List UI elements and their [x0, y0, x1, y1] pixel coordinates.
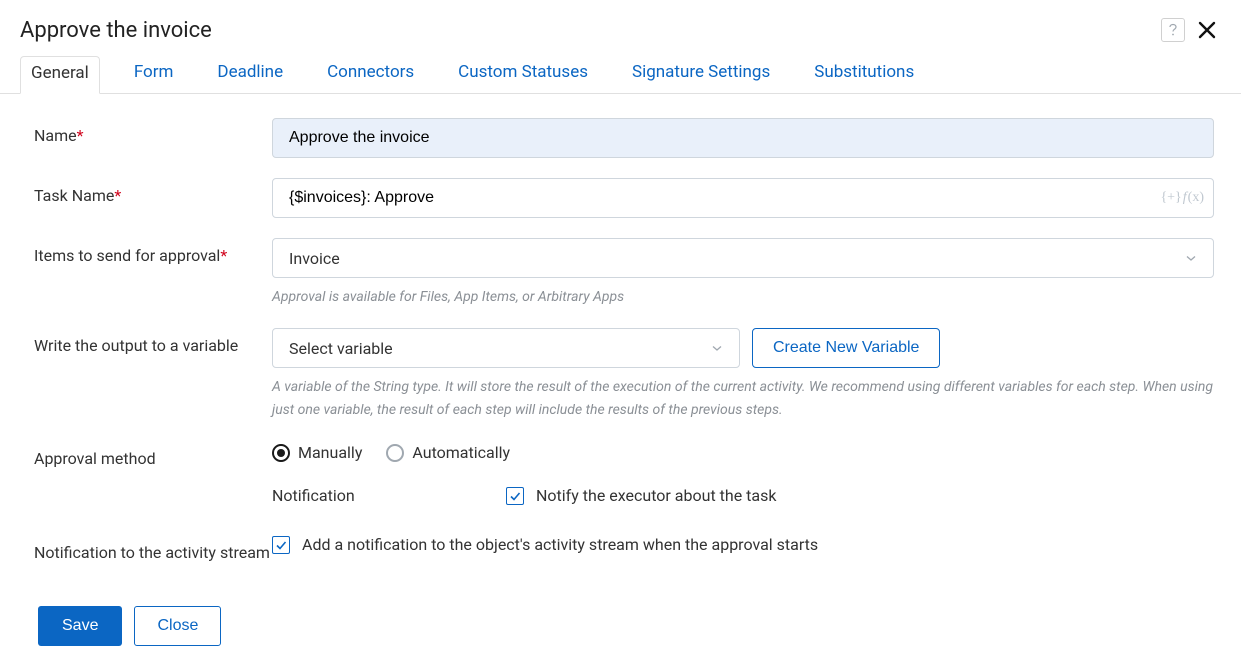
radio-checked-icon: [272, 444, 290, 462]
items-to-send-label: Items to send for approval*: [34, 238, 272, 265]
tab-form[interactable]: Form: [124, 56, 184, 93]
help-button[interactable]: [1161, 18, 1185, 42]
tab-signature-settings[interactable]: Signature Settings: [622, 56, 780, 93]
output-variable-label: Write the output to a variable: [34, 328, 272, 355]
save-button[interactable]: Save: [38, 606, 122, 646]
create-new-variable-button[interactable]: Create New Variable: [752, 328, 940, 368]
activity-stream-label: Notification to the activity stream: [34, 535, 272, 562]
name-label: Name*: [34, 118, 272, 145]
close-icon: [1198, 21, 1216, 39]
notify-executor-label: Notify the executor about the task: [536, 486, 776, 505]
notify-executor-checkbox[interactable]: [506, 487, 524, 505]
formula-icon[interactable]: {+}f(x): [1160, 190, 1204, 206]
approval-method-automatically-radio[interactable]: Automatically: [386, 443, 510, 462]
output-variable-hint: A variable of the String type. It will s…: [272, 376, 1214, 421]
close-button[interactable]: [1193, 16, 1221, 44]
approval-method-automatically-label: Automatically: [412, 443, 510, 462]
items-to-send-hint: Approval is available for Files, App Ite…: [272, 286, 1214, 308]
activity-stream-checkbox-label: Add a notification to the object's activ…: [302, 535, 818, 554]
tabs: General Form Deadline Connectors Custom …: [0, 44, 1241, 94]
approval-method-label: Approval method: [34, 441, 272, 468]
radio-unchecked-icon: [386, 444, 404, 462]
tab-deadline[interactable]: Deadline: [207, 56, 293, 93]
approval-method-manually-radio[interactable]: Manually: [272, 443, 362, 462]
checkmark-icon: [509, 490, 521, 502]
tab-general[interactable]: General: [20, 56, 100, 94]
close-footer-button[interactable]: Close: [134, 606, 221, 646]
activity-stream-checkbox[interactable]: [272, 536, 290, 554]
approval-method-manually-label: Manually: [298, 443, 362, 462]
task-name-label: Task Name*: [34, 178, 272, 205]
name-input[interactable]: [272, 118, 1214, 158]
notification-label: Notification: [272, 486, 506, 505]
tab-substitutions[interactable]: Substitutions: [804, 56, 924, 93]
items-to-send-value: Invoice: [289, 249, 340, 268]
tab-custom-statuses[interactable]: Custom Statuses: [448, 56, 598, 93]
chevron-down-icon: [1185, 249, 1197, 268]
dialog-title: Approve the invoice: [20, 18, 212, 43]
output-variable-placeholder: Select variable: [289, 339, 393, 358]
help-icon: [1167, 23, 1179, 37]
items-to-send-select[interactable]: Invoice: [272, 238, 1214, 278]
chevron-down-icon: [711, 339, 723, 358]
tab-connectors[interactable]: Connectors: [317, 56, 424, 93]
task-name-input[interactable]: [272, 178, 1214, 218]
checkmark-icon: [275, 539, 287, 551]
output-variable-select[interactable]: Select variable: [272, 328, 740, 368]
